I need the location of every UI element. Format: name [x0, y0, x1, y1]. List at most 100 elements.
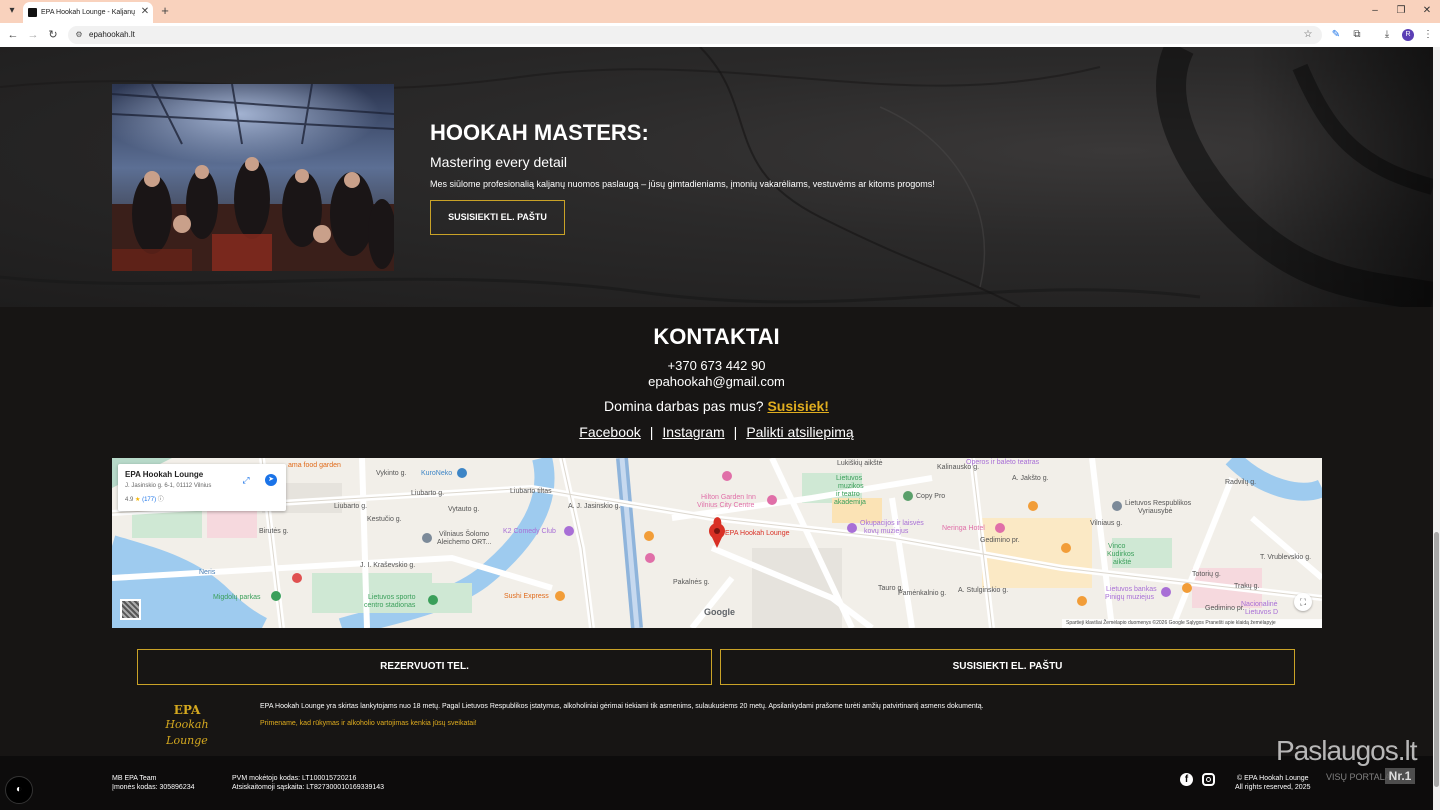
browser-tab-active[interactable]: EPA Hookah Lounge - Kaljanų b ✕	[23, 2, 153, 23]
map-label: Vilniaus g.	[1090, 520, 1123, 527]
map-label: KuroNeko	[421, 470, 453, 477]
address-bar[interactable]: ⚙ epahookah.lt ☆	[68, 26, 1322, 44]
paslaugos-watermark: Paslaugos.lt VISŲ PORTALAS Nr.1	[1272, 736, 1418, 788]
map-label: Gedimino pr.	[1205, 605, 1245, 612]
map-label: Copy Pro	[916, 493, 946, 500]
job-question-text: Domina darbas pas mus?	[604, 398, 764, 414]
reload-icon[interactable]: ↻	[45, 27, 61, 43]
bookmark-star-icon[interactable]: ☆	[1301, 28, 1315, 42]
map-label: Vilnius City Centre	[697, 502, 755, 509]
page-scrollbar[interactable]	[1433, 47, 1440, 810]
close-window-button[interactable]: ✕	[1420, 3, 1434, 19]
watermark-badge: Nr.1	[1385, 768, 1415, 784]
map-label: Neringa Hotel	[942, 525, 985, 532]
tab-close-icon[interactable]: ✕	[140, 6, 150, 18]
map-label: Neris	[199, 569, 216, 576]
phone-number[interactable]: +370 673 442 90	[0, 358, 1433, 374]
map-label: A. J. Jasinskio g.	[568, 503, 621, 510]
separator: |	[649, 424, 654, 440]
new-tab-button[interactable]: +	[158, 3, 172, 19]
download-icon[interactable]: ⤓	[1379, 27, 1395, 43]
map-label: Pinigų muziejus	[1105, 594, 1155, 601]
tab-strip: ▾ EPA Hookah Lounge - Kaljanų b ✕ + – ❐ …	[0, 0, 1440, 23]
map-label: Aleichemo ORT...	[437, 539, 492, 546]
reserve-by-phone-button[interactable]: REZERVUOTI TEL.	[137, 649, 712, 685]
hero-description: Mes siūlome profesionalią kaljanų nuomos…	[430, 179, 935, 189]
instagram-icon[interactable]	[1202, 773, 1215, 786]
reviews-count-link[interactable]: (177)	[142, 497, 156, 503]
map-pin-label[interactable]: EPA Hookah Lounge	[725, 529, 789, 538]
map-label: Lietuvos D	[1245, 609, 1279, 616]
accessibility-icon[interactable]: ◐	[5, 776, 33, 804]
hookah-event-photo	[112, 84, 394, 271]
extensions-puzzle-icon[interactable]: ⧉	[1349, 27, 1365, 43]
logo-hookah-lounge-text: Hookah Lounge	[165, 718, 209, 747]
map-label: Sushi Express	[504, 593, 549, 600]
map-label: Liubarto tiltas	[510, 488, 552, 495]
instagram-link[interactable]: Instagram	[662, 424, 724, 440]
google-map-embed[interactable]: EPA Hookah Lounge J. Jasinskio g. 6-1, 0…	[112, 458, 1322, 628]
hero-subheading: Mastering every detail	[430, 154, 567, 170]
map-label: T. Vrublevskio g.	[1260, 554, 1312, 561]
browser-toolbar: ← → ↻ ⚙ epahookah.lt ☆ ✎ ⧉ ⤓ R ⋮	[0, 23, 1440, 47]
map-label: Gedimino pr.	[980, 537, 1020, 544]
map-label: Liubarto g.	[334, 503, 368, 510]
site-info-icon[interactable]: ⚙	[74, 29, 84, 41]
back-arrow-icon[interactable]: ←	[5, 27, 21, 43]
tab-search-chevron-icon[interactable]: ▾	[4, 3, 20, 19]
restore-button[interactable]: ❐	[1394, 3, 1408, 19]
forward-arrow-icon[interactable]: →	[25, 27, 41, 43]
map-label: Migdolų parkas	[213, 594, 261, 601]
favicon-icon	[28, 8, 37, 17]
separator: |	[733, 424, 738, 440]
map-qr-thumbnail[interactable]	[120, 599, 141, 620]
map-label: Totorių g.	[1192, 571, 1221, 578]
map-label: A. Jakšto g.	[1012, 475, 1049, 482]
profile-avatar[interactable]: R	[1402, 29, 1414, 41]
map-place-card[interactable]: EPA Hookah Lounge J. Jasinskio g. 6-1, 0…	[118, 464, 286, 511]
bank-account: Atsiskaitomoji sąskaita: LT8273000101693…	[232, 784, 385, 791]
social-links: Facebook | Instagram | Palikti atsiliepimą	[0, 423, 1433, 441]
map-attribution[interactable]: Spartieji klavišai Žemėlapio duomenys ©2…	[1062, 619, 1322, 628]
email-address[interactable]: epahookah@gmail.com	[0, 374, 1433, 390]
minimize-button[interactable]: –	[1368, 3, 1382, 19]
fullscreen-icon[interactable]: ⛶	[1294, 593, 1312, 611]
map-label: Vytauto g.	[448, 506, 480, 513]
map-label: ama food garden	[288, 462, 341, 469]
logo-epa-text: EPA	[173, 703, 201, 717]
directions-icon[interactable]: ➤	[265, 474, 277, 486]
map-place-name[interactable]: EPA Hookah Lounge	[125, 470, 203, 480]
map-label: Tauro g.	[878, 585, 904, 592]
browser-chrome: ▾ EPA Hookah Lounge - Kaljanų b ✕ + – ❐ …	[0, 0, 1440, 47]
map-canvas[interactable]	[112, 458, 1322, 628]
vat-code: PVM mokėtojo kodas: LT100015720216	[232, 775, 357, 782]
map-label: akademija	[834, 499, 866, 506]
facebook-link[interactable]: Facebook	[579, 424, 640, 440]
map-label: Vyriausybė	[1138, 508, 1173, 515]
job-inquiry: Domina darbas pas mus? Susisiek!	[0, 398, 1433, 415]
menu-kebab-icon[interactable]: ⋮	[1420, 27, 1436, 43]
map-label: Lukiškių aikštė	[837, 460, 883, 467]
open-in-maps-icon[interactable]: ⤢	[240, 474, 252, 486]
contact-by-email-button[interactable]: SUSISIEKTI EL. PAŠTU	[430, 200, 565, 235]
map-label: Trakų g.	[1234, 583, 1260, 590]
map-label: kovų muziejus	[864, 528, 909, 535]
map-label: K2 Comedy Club	[503, 528, 556, 535]
epa-hookah-logo[interactable]: EPA Hookah Lounge	[145, 703, 229, 747]
star-icon: ★	[135, 497, 141, 503]
extension-pen-icon[interactable]: ✎	[1328, 27, 1344, 43]
tab-title: EPA Hookah Lounge - Kaljanų b	[41, 9, 137, 16]
info-icon[interactable]: ⓘ	[158, 497, 164, 503]
map-label: Liubarto g.	[411, 490, 445, 497]
rating-value: 4.9	[125, 497, 134, 503]
scrollbar-thumb[interactable]	[1434, 532, 1439, 787]
map-label: Kalinausko g.	[937, 464, 980, 471]
map-label: Vykinto g.	[376, 470, 407, 477]
map-label: Kestučio g.	[367, 516, 402, 523]
job-contact-link[interactable]: Susisiek!	[767, 398, 828, 414]
url-text[interactable]: epahookah.lt	[89, 29, 135, 41]
contact-email-button[interactable]: SUSISIEKTI EL. PAŠTU	[720, 649, 1295, 685]
map-label: A. Stulginskio g.	[958, 587, 1009, 594]
leave-review-link[interactable]: Palikti atsiliepimą	[746, 424, 853, 440]
facebook-icon[interactable]: f	[1180, 773, 1193, 786]
